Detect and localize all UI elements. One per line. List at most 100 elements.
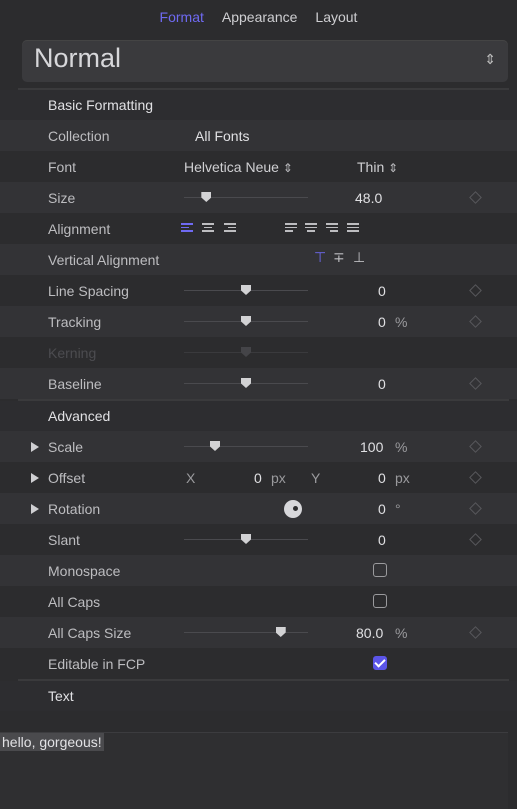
slider-thumb[interactable] [241, 316, 251, 326]
rotation-dial[interactable] [284, 500, 302, 518]
valign-middle-icon[interactable]: ∓ [333, 249, 345, 266]
tab-layout[interactable]: Layout [315, 9, 357, 25]
offset-label: Offset [48, 470, 86, 486]
baseline-slider[interactable] [184, 378, 308, 388]
rotation-value[interactable]: 0 [378, 501, 386, 517]
all-caps-size-unit: % [395, 625, 408, 641]
tab-format[interactable]: Format [160, 9, 204, 25]
slant-label: Slant [48, 532, 80, 548]
size-value[interactable]: 48.0 [355, 190, 382, 206]
offset-y-unit: px [395, 470, 410, 486]
justify-left-icon[interactable] [285, 223, 297, 233]
valign-top-icon[interactable]: ⊤ [314, 249, 326, 266]
font-family-value: Helvetica Neue [184, 159, 279, 175]
tab-appearance[interactable]: Appearance [222, 9, 298, 25]
offset-y-value[interactable]: 0 [378, 470, 386, 486]
up-down-chevron-icon: ⇕ [388, 161, 399, 175]
line-spacing-label: Line Spacing [48, 283, 129, 299]
row-alignment: Alignment [0, 213, 517, 244]
scale-unit: % [395, 439, 408, 455]
collection-popup[interactable]: All Fonts [195, 128, 249, 144]
keyframe-icon[interactable] [469, 284, 482, 297]
rotation-label: Rotation [48, 501, 101, 517]
row-size: Size 48.0 [0, 182, 517, 213]
row-scale: Scale 100 % [0, 431, 517, 462]
font-family-popup[interactable]: Helvetica Neue ⇕ [184, 159, 293, 175]
scale-label: Scale [48, 439, 84, 455]
slider-thumb[interactable] [241, 534, 251, 544]
row-slant: Slant 0 [0, 524, 517, 555]
row-rotation: Rotation 0 ° [0, 493, 517, 524]
row-editable-fcp: Editable in FCP [0, 648, 517, 679]
disclosure-triangle-icon[interactable] [31, 442, 39, 452]
monospace-label: Monospace [48, 563, 121, 579]
scale-value[interactable]: 100 [360, 439, 383, 455]
baseline-value[interactable]: 0 [378, 376, 386, 392]
editable-fcp-checkbox[interactable] [373, 656, 387, 670]
slider-thumb[interactable] [210, 441, 220, 451]
offset-x-label: X [186, 470, 196, 486]
section-advanced: Advanced [0, 401, 517, 431]
preset-popup[interactable]: Normal ⇕ [22, 40, 508, 82]
tracking-label: Tracking [48, 314, 102, 330]
justify-center-icon[interactable] [305, 223, 317, 233]
keyframe-icon[interactable] [469, 533, 482, 546]
collection-label: Collection [48, 128, 110, 144]
font-weight-popup[interactable]: Thin ⇕ [357, 159, 398, 175]
kerning-slider [184, 347, 308, 357]
slant-value[interactable]: 0 [378, 532, 386, 548]
row-all-caps-size: All Caps Size 80.0 % [0, 617, 517, 648]
tracking-value[interactable]: 0 [378, 314, 386, 330]
disclosure-triangle-icon[interactable] [31, 504, 39, 514]
align-left-icon[interactable] [181, 223, 193, 233]
tracking-unit: % [395, 314, 408, 330]
slider-thumb [241, 347, 251, 357]
size-label: Size [48, 190, 76, 206]
keyframe-icon[interactable] [469, 471, 482, 484]
all-caps-size-value[interactable]: 80.0 [356, 625, 383, 641]
size-slider[interactable] [184, 192, 308, 202]
line-spacing-slider[interactable] [184, 285, 308, 295]
tab-bar: Format Appearance Layout [0, 0, 517, 34]
justify-right-icon[interactable] [326, 223, 338, 233]
row-font: Font Helvetica Neue ⇕ Thin ⇕ [0, 151, 517, 182]
scale-slider[interactable] [184, 441, 308, 451]
valign-bottom-icon[interactable]: ⊥ [353, 249, 365, 266]
all-caps-size-slider[interactable] [184, 627, 308, 637]
offset-x-unit: px [271, 470, 286, 486]
slant-slider[interactable] [184, 534, 308, 544]
slider-thumb[interactable] [241, 285, 251, 295]
row-vertical-alignment: Vertical Alignment ⊤ ∓ ⊥ [0, 244, 517, 275]
monospace-checkbox[interactable] [373, 563, 387, 577]
all-caps-checkbox[interactable] [373, 594, 387, 608]
keyframe-icon[interactable] [469, 315, 482, 328]
keyframe-icon[interactable] [469, 502, 482, 515]
rotation-unit: ° [395, 501, 401, 517]
keyframe-icon[interactable] [469, 626, 482, 639]
align-center-icon[interactable] [202, 223, 214, 233]
row-kerning: Kerning [0, 337, 517, 368]
all-caps-label: All Caps [48, 594, 101, 610]
justify-all-icon[interactable] [347, 223, 359, 233]
line-spacing-value[interactable]: 0 [378, 283, 386, 299]
align-right-icon[interactable] [224, 223, 236, 233]
baseline-label: Baseline [48, 376, 102, 392]
row-all-caps: All Caps [0, 586, 517, 617]
keyframe-icon[interactable] [469, 440, 482, 453]
keyframe-icon[interactable] [469, 377, 482, 390]
offset-x-value[interactable]: 0 [254, 470, 262, 486]
keyframe-icon[interactable] [469, 191, 482, 204]
slider-thumb[interactable] [201, 192, 212, 202]
slider-thumb[interactable] [241, 378, 251, 388]
disclosure-triangle-icon[interactable] [31, 473, 39, 483]
font-label: Font [48, 159, 77, 175]
up-down-chevron-icon: ⇕ [484, 51, 496, 67]
text-input-area[interactable]: hello, gorgeous! [0, 732, 508, 809]
tracking-slider[interactable] [184, 316, 308, 326]
text-content[interactable]: hello, gorgeous! [0, 733, 104, 751]
kerning-label: Kerning [48, 345, 97, 361]
section-basic-formatting: Basic Formatting [0, 90, 517, 120]
section-text: Text [0, 681, 517, 711]
up-down-chevron-icon: ⇕ [282, 161, 293, 175]
slider-thumb[interactable] [275, 627, 286, 637]
